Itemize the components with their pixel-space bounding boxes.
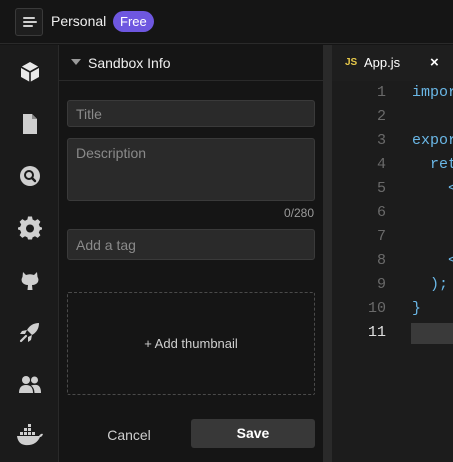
sandbox-info-icon[interactable] <box>16 58 44 86</box>
line-number: 8 <box>376 252 386 269</box>
js-file-icon: JS <box>345 57 358 68</box>
close-icon[interactable]: × <box>430 54 439 71</box>
panel-title: Sandbox Info <box>88 55 171 71</box>
code-line: impor <box>412 84 453 101</box>
tab-label: App.js <box>364 55 401 70</box>
code-editor[interactable]: 1 impor 2 3 expor 4 ret 5 <6 7 8 <9 ); 10} 11 <box>332 81 453 462</box>
editor-tabs: JS App.js × <box>332 45 453 81</box>
code-line: } <box>412 300 422 317</box>
line-number: 3 <box>376 132 386 149</box>
add-thumbnail-label: + Add thumbnail <box>144 336 238 351</box>
line-number: 4 <box>376 156 386 173</box>
gear-icon[interactable] <box>16 214 44 242</box>
line-number: 9 <box>376 276 386 293</box>
add-thumbnail-button[interactable]: + Add thumbnail <box>67 292 315 395</box>
line-number: 10 <box>367 300 386 317</box>
menu-icon[interactable] <box>15 8 43 36</box>
line-number: 1 <box>376 84 386 101</box>
code-line: expor <box>412 132 453 149</box>
description-input[interactable] <box>67 138 315 201</box>
line-number: 5 <box>376 180 386 197</box>
github-icon[interactable] <box>16 266 44 294</box>
char-counter: 0/280 <box>283 206 314 220</box>
line-number: 7 <box>376 228 386 245</box>
search-icon[interactable] <box>16 162 44 190</box>
tab-app-js[interactable]: JS App.js × <box>332 45 453 81</box>
line-number: 2 <box>376 108 386 125</box>
code-line: < <box>412 252 453 269</box>
activity-bar <box>0 45 59 462</box>
code-line: ); <box>412 276 449 293</box>
workspace-name[interactable]: Personal <box>51 13 106 29</box>
top-bar: Personal Free <box>0 0 453 44</box>
docker-icon[interactable] <box>14 422 46 450</box>
plan-badge: Free <box>113 11 154 32</box>
rocket-icon[interactable] <box>16 318 44 346</box>
panel-header[interactable]: Sandbox Info <box>59 45 324 81</box>
current-line-highlight <box>411 323 453 344</box>
cancel-button[interactable]: Cancel <box>89 420 169 450</box>
code-line: < <box>412 180 453 197</box>
tag-input[interactable] <box>67 229 315 260</box>
users-icon[interactable] <box>16 370 44 398</box>
file-icon[interactable] <box>16 110 44 138</box>
save-button[interactable]: Save <box>191 419 315 448</box>
panel-scrollbar[interactable] <box>324 45 332 462</box>
caret-down-icon <box>71 59 81 65</box>
sandbox-info-panel: Sandbox Info 0/280 + Add thumbnail Cance… <box>59 45 324 462</box>
line-number: 11 <box>367 324 386 341</box>
line-number: 6 <box>376 204 386 221</box>
title-input[interactable] <box>67 100 315 127</box>
code-line: ret <box>412 156 453 173</box>
